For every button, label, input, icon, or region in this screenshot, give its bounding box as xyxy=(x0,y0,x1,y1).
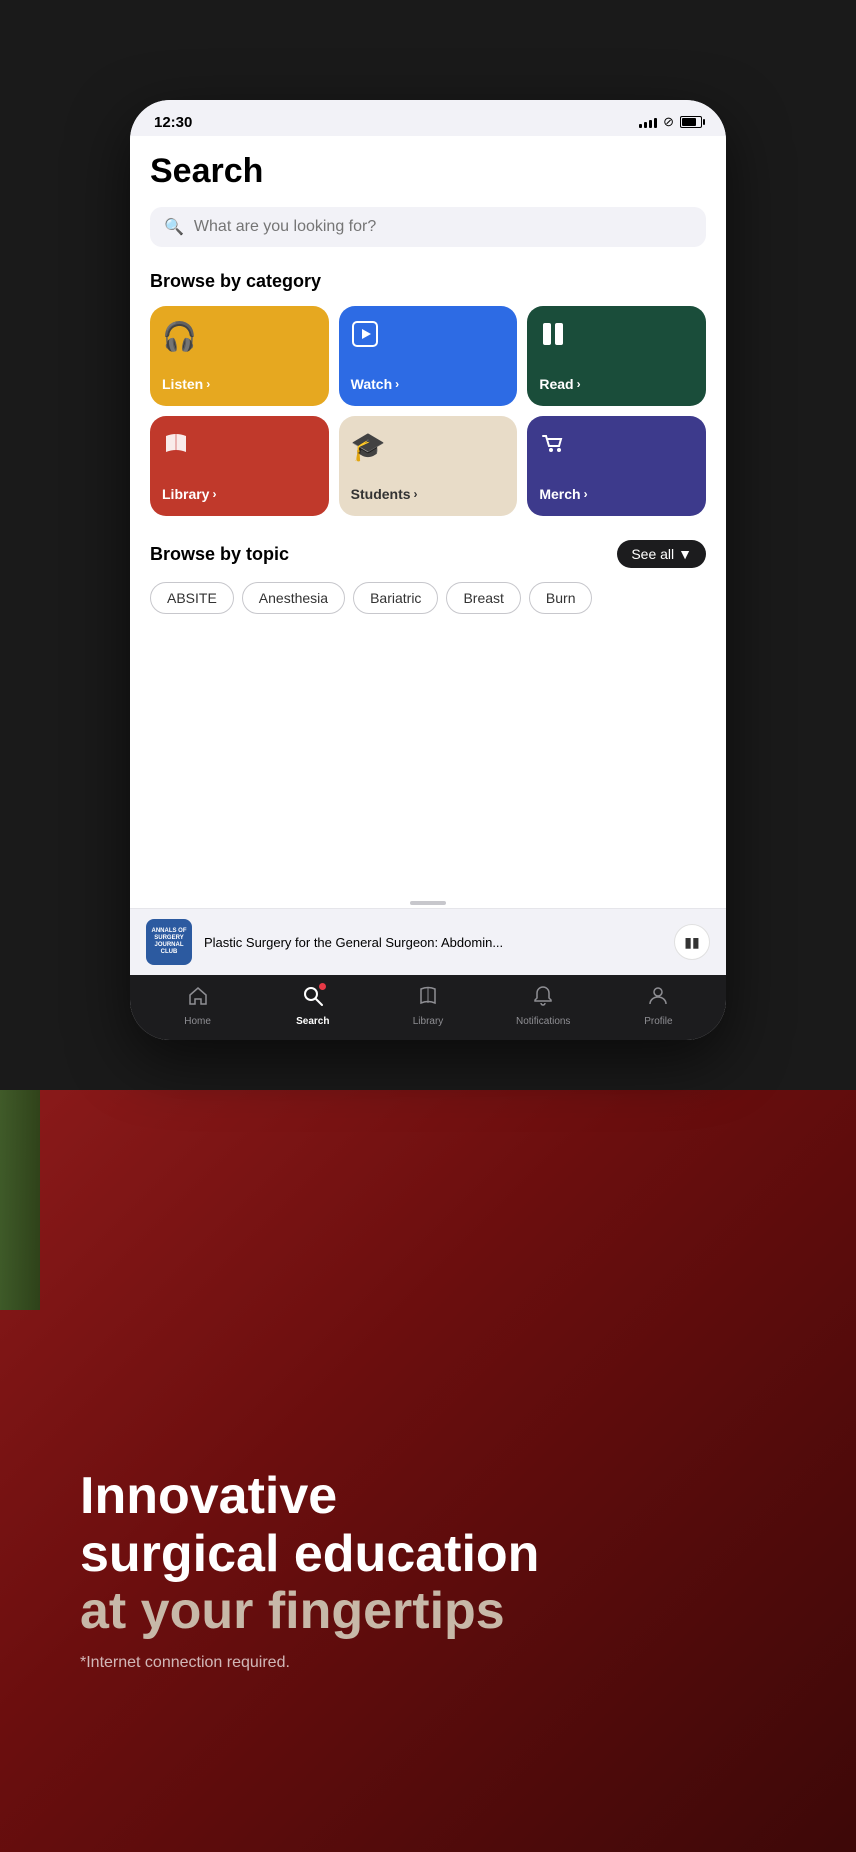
browse-category-title: Browse by category xyxy=(150,271,706,292)
headphones-icon: 🎧 xyxy=(162,320,197,353)
category-card-library[interactable]: Library › xyxy=(150,416,329,516)
category-label-listen: Listen › xyxy=(162,376,210,392)
status-bar: 12:30 ⊘ xyxy=(130,100,726,136)
mini-player-title: Plastic Surgery for the General Surgeon:… xyxy=(204,935,662,950)
chevron-icon: › xyxy=(212,487,216,501)
chevron-icon: › xyxy=(577,377,581,391)
category-card-watch[interactable]: Watch › xyxy=(339,306,518,406)
category-card-read[interactable]: Read › xyxy=(527,306,706,406)
chevron-icon: › xyxy=(414,487,418,501)
search-input-container[interactable]: 🔍 xyxy=(150,207,706,247)
home-icon xyxy=(187,985,209,1013)
cart-icon xyxy=(539,430,567,465)
bell-icon xyxy=(532,985,554,1013)
category-label-watch: Watch › xyxy=(351,376,399,392)
book-icon xyxy=(539,320,567,355)
graduation-icon: 🎓 xyxy=(351,430,386,463)
tab-search[interactable]: Search xyxy=(255,985,370,1027)
drag-indicator xyxy=(410,901,446,905)
promo-image-overlay xyxy=(0,1090,40,1310)
category-grid: 🎧 Listen › Watch › xyxy=(150,306,706,516)
category-card-merch[interactable]: Merch › xyxy=(527,416,706,516)
mini-player-thumbnail: ANNALS OF SURGERY JOURNAL CLUB xyxy=(146,919,192,965)
tab-profile[interactable]: Profile xyxy=(601,985,716,1027)
topic-pill-breast[interactable]: Breast xyxy=(446,582,520,614)
category-label-merch: Merch › xyxy=(539,486,587,502)
category-card-students[interactable]: 🎓 Students › xyxy=(339,416,518,516)
bottom-promotional-section: Innovative surgical education at your fi… xyxy=(0,1090,856,1852)
tab-label-home: Home xyxy=(184,1016,211,1027)
topic-pill-bariatric[interactable]: Bariatric xyxy=(353,582,438,614)
search-icon: 🔍 xyxy=(164,217,184,237)
chevron-icon: › xyxy=(206,377,210,391)
topics-header: Browse by topic See all ▼ xyxy=(150,540,706,568)
category-label-library: Library › xyxy=(162,486,216,502)
topic-pill-absite[interactable]: ABSITE xyxy=(150,582,234,614)
tab-library[interactable]: Library xyxy=(370,985,485,1027)
search-input[interactable] xyxy=(194,218,692,236)
category-label-students: Students › xyxy=(351,486,418,502)
tab-label-library: Library xyxy=(413,1016,444,1027)
tab-label-search: Search xyxy=(296,1016,329,1027)
mini-player-info: Plastic Surgery for the General Surgeon:… xyxy=(204,935,662,950)
chevron-icon: › xyxy=(395,377,399,391)
library-tab-icon xyxy=(417,985,439,1013)
signal-icon xyxy=(639,116,657,128)
tab-bar: Home Search Library xyxy=(130,975,726,1040)
see-all-label: See all xyxy=(631,546,674,562)
browse-topic-title: Browse by topic xyxy=(150,544,289,565)
chevron-icon: › xyxy=(584,487,588,501)
topics-pills: ABSITE Anesthesia Bariatric Breast Burn xyxy=(150,582,706,614)
library-icon xyxy=(162,430,190,465)
status-time: 12:30 xyxy=(154,114,192,131)
tab-notifications[interactable]: Notifications xyxy=(486,985,601,1027)
pause-button[interactable]: ▮▮ xyxy=(674,924,710,960)
pause-icon: ▮▮ xyxy=(684,934,699,951)
topic-pill-anesthesia[interactable]: Anesthesia xyxy=(242,582,345,614)
battery-icon xyxy=(680,116,702,128)
tab-label-notifications: Notifications xyxy=(516,1016,570,1027)
promo-text-area: Innovative surgical education at your fi… xyxy=(80,1468,776,1672)
wifi-icon: ⊘ xyxy=(663,114,674,130)
tab-label-profile: Profile xyxy=(644,1016,672,1027)
fine-print: *Internet connection required. xyxy=(80,1654,776,1672)
profile-icon xyxy=(647,985,669,1013)
promo-headline: Innovative surgical education at your fi… xyxy=(80,1468,776,1640)
see-all-button[interactable]: See all ▼ xyxy=(617,540,706,568)
search-notification-dot xyxy=(319,983,326,990)
phone-frame: 12:30 ⊘ Search 🔍 Browse by category xyxy=(130,100,726,1040)
play-icon xyxy=(351,320,379,355)
search-tab-icon xyxy=(302,985,324,1013)
page-title: Search xyxy=(150,152,706,191)
category-card-listen[interactable]: 🎧 Listen › xyxy=(150,306,329,406)
tab-home[interactable]: Home xyxy=(140,985,255,1027)
category-label-read: Read › xyxy=(539,376,580,392)
dropdown-icon: ▼ xyxy=(678,546,692,562)
search-page-content: Search 🔍 Browse by category 🎧 Listen › xyxy=(130,136,726,975)
mini-player[interactable]: ANNALS OF SURGERY JOURNAL CLUB Plastic S… xyxy=(130,908,726,975)
status-icons: ⊘ xyxy=(639,114,702,130)
topic-pill-burn[interactable]: Burn xyxy=(529,582,593,614)
